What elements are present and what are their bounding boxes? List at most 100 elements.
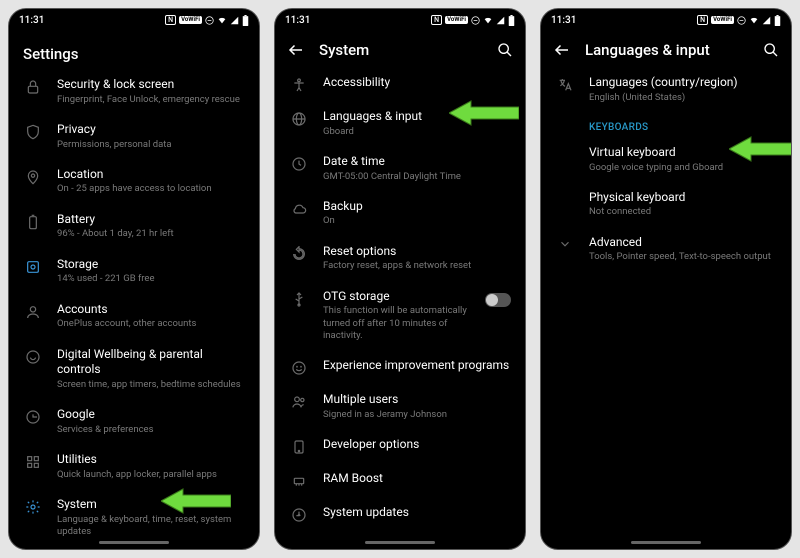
item-label: Advanced: [589, 235, 777, 251]
battery-icon: [23, 214, 43, 230]
users-icon: [289, 394, 309, 410]
back-icon[interactable]: [287, 41, 305, 59]
settings-item-privacy[interactable]: Privacy Permissions, personal data: [9, 114, 259, 159]
status-bar: 11:31 N VoWiFi: [275, 9, 525, 31]
wifi-icon: [749, 15, 759, 25]
keyboard-item-advanced[interactable]: Advanced Tools, Pointer speed, Text-to-s…: [541, 227, 791, 272]
page-title: Settings: [23, 45, 245, 63]
page-title: Languages & input: [585, 41, 749, 59]
google-icon: [23, 409, 43, 425]
lang-icon: [555, 77, 575, 93]
back-icon[interactable]: [553, 41, 571, 59]
system-item-experience-improvement-programs[interactable]: Experience improvement programs: [275, 350, 525, 384]
home-indicator[interactable]: [99, 541, 169, 544]
nfc-icon: N: [431, 15, 442, 25]
settings-list[interactable]: Security & lock screen Fingerprint, Face…: [9, 69, 259, 549]
nfc-icon: N: [165, 15, 176, 25]
settings-item-security-lock-screen[interactable]: Security & lock screen Fingerprint, Face…: [9, 69, 259, 114]
keyboard-item-virtual-keyboard[interactable]: Virtual keyboard Google voice typing and…: [541, 137, 791, 182]
home-indicator[interactable]: [365, 541, 435, 544]
status-time: 11:31: [551, 15, 576, 26]
wellbeing-icon: [23, 349, 43, 365]
item-label: Privacy: [57, 122, 245, 138]
settings-item-battery[interactable]: Battery 96% - About 1 day, 21 hr left: [9, 204, 259, 249]
dev-icon: [289, 439, 309, 455]
item-label: Digital Wellbeing & parental controls: [57, 347, 245, 378]
item-sub: Services & preferences: [57, 424, 245, 436]
grid-icon: [23, 454, 43, 470]
wifi-icon: [217, 15, 227, 25]
item-sub: Permissions, personal data: [57, 139, 245, 151]
item-sub: Screen time, app timers, bedtime schedul…: [57, 379, 245, 391]
battery-status-icon: [242, 15, 249, 26]
header: System: [275, 31, 525, 67]
header: Languages & input: [541, 31, 791, 67]
item-sub: Fingerprint, Face Unlock, emergency resc…: [57, 94, 245, 106]
item-sub: GMT-05:00 Central Daylight Time: [323, 171, 511, 183]
wifi-icon: [483, 15, 493, 25]
item-sub: Gboard: [323, 126, 511, 138]
settings-item-storage[interactable]: Storage 14% used - 221 GB free: [9, 249, 259, 294]
signal-icon: [230, 16, 239, 25]
header: Settings: [9, 31, 259, 69]
item-sub: Factory reset, apps & network reset: [323, 260, 511, 272]
languages-region-item[interactable]: Languages (country/region) English (Unit…: [541, 67, 791, 112]
lock-icon: [23, 79, 43, 95]
status-icons: N VoWiFi: [431, 15, 515, 26]
item-sub: On: [323, 215, 511, 227]
settings-item-system[interactable]: System Language & keyboard, time, reset,…: [9, 489, 259, 546]
status-time: 11:31: [285, 15, 310, 26]
status-time: 11:31: [19, 15, 44, 26]
system-item-developer-options[interactable]: Developer options: [275, 429, 525, 463]
chevron-down-icon: [555, 237, 575, 251]
smile-icon: [289, 360, 309, 376]
page-title: System: [319, 41, 483, 59]
system-list[interactable]: Accessibility Languages & input Gboard D…: [275, 67, 525, 549]
item-label: Battery: [57, 212, 245, 228]
item-label: Reset options: [323, 244, 511, 260]
search-icon[interactable]: [763, 42, 779, 58]
item-label: Languages & input: [323, 109, 511, 125]
item-label: Utilities: [57, 452, 245, 468]
system-item-reset-options[interactable]: Reset options Factory reset, apps & netw…: [275, 236, 525, 281]
home-indicator[interactable]: [631, 541, 701, 544]
system-item-languages-input[interactable]: Languages & input Gboard: [275, 101, 525, 146]
search-icon[interactable]: [497, 42, 513, 58]
item-sub: Quick launch, app locker, parallel apps: [57, 469, 245, 481]
settings-item-digital-wellbeing-parental-controls[interactable]: Digital Wellbeing & parental controls Sc…: [9, 339, 259, 400]
item-label: Languages (country/region): [589, 75, 777, 91]
system-item-otg-storage[interactable]: OTG storage This function will be automa…: [275, 281, 525, 351]
item-sub: Not connected: [589, 206, 777, 218]
languages-list[interactable]: Languages (country/region) English (Unit…: [541, 67, 791, 549]
nfc-icon: N: [697, 15, 708, 25]
item-label: Virtual keyboard: [589, 145, 777, 161]
system-item-multiple-users[interactable]: Multiple users Signed in as Jeramy Johns…: [275, 384, 525, 429]
vowifi-icon: VoWiFi: [445, 16, 468, 24]
item-sub: 96% - About 1 day, 21 hr left: [57, 228, 245, 240]
system-item-backup[interactable]: Backup On: [275, 191, 525, 236]
settings-item-utilities[interactable]: Utilities Quick launch, app locker, para…: [9, 444, 259, 489]
item-sub: Signed in as Jeramy Johnson: [323, 409, 511, 421]
settings-item-location[interactable]: Location On - 25 apps have access to loc…: [9, 159, 259, 204]
user-icon: [23, 304, 43, 320]
system-item-accessibility[interactable]: Accessibility: [275, 67, 525, 101]
signal-icon: [496, 16, 505, 25]
item-label: Backup: [323, 199, 511, 215]
settings-item-about-phone[interactable]: About phone OnePlus 7 Pro: [9, 546, 259, 549]
item-label: Multiple users: [323, 392, 511, 408]
keyboard-item-physical-keyboard[interactable]: Physical keyboard Not connected: [541, 182, 791, 227]
item-label: System: [57, 497, 245, 513]
system-item-date-time[interactable]: Date & time GMT-05:00 Central Daylight T…: [275, 146, 525, 191]
settings-item-accounts[interactable]: Accounts OnePlus account, other accounts: [9, 294, 259, 339]
item-sub: Language & keyboard, time, reset, system…: [57, 514, 245, 539]
item-sub: OnePlus account, other accounts: [57, 318, 245, 330]
keyboards-section-header: KEYBOARDS: [541, 112, 791, 137]
a11y-icon: [289, 77, 309, 93]
otg-toggle[interactable]: [485, 293, 511, 307]
settings-item-google[interactable]: Google Services & preferences: [9, 399, 259, 444]
system-item-system-updates[interactable]: System updates: [275, 497, 525, 531]
item-label: Location: [57, 167, 245, 183]
status-bar: 11:31 N VoWiFi: [541, 9, 791, 31]
item-label: Developer options: [323, 437, 511, 453]
system-item-ram-boost[interactable]: RAM Boost: [275, 463, 525, 497]
